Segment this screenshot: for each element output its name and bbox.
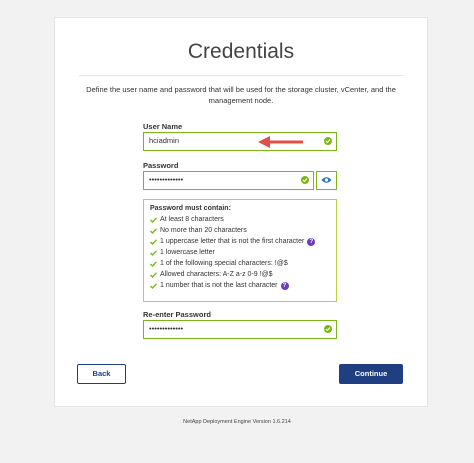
- help-icon[interactable]: ?: [280, 281, 289, 290]
- username-value: hciadmin: [149, 136, 180, 145]
- requirement-item: At least 8 characters: [150, 214, 330, 225]
- password-label: Password: [143, 161, 179, 170]
- password-requirements: Password must contain: At least 8 charac…: [143, 199, 337, 302]
- reenter-password-value: •••••••••••••: [149, 324, 184, 333]
- continue-button[interactable]: Continue: [339, 364, 403, 384]
- checkmark-icon: [150, 227, 157, 234]
- back-button[interactable]: Back: [77, 364, 126, 384]
- eye-icon: [321, 177, 332, 183]
- checkmark-icon: [150, 216, 157, 223]
- requirement-item: 1 lowercase letter: [150, 247, 330, 258]
- requirements-title: Password must contain:: [150, 205, 231, 212]
- check-icon: [324, 137, 332, 145]
- show-password-button[interactable]: [316, 171, 337, 190]
- checkmark-icon: [150, 260, 157, 267]
- username-field[interactable]: hciadmin: [143, 132, 337, 151]
- checkmark-icon: [150, 282, 157, 289]
- username-label: User Name: [143, 122, 183, 131]
- requirement-item: No more than 20 characters: [150, 225, 330, 236]
- check-icon: [301, 176, 309, 184]
- checkmark-icon: [150, 238, 157, 245]
- password-field[interactable]: •••••••••••••: [143, 171, 314, 190]
- checkmark-icon: [150, 249, 157, 256]
- reenter-password-field[interactable]: •••••••••••••: [143, 320, 337, 339]
- help-icon[interactable]: ?: [307, 237, 316, 246]
- requirement-item: Allowed characters: A-Z a-z 0-9 !@$: [150, 269, 330, 280]
- arrow-annotation-icon: [258, 136, 303, 148]
- page-title: Credentials: [187, 40, 295, 63]
- requirement-item: 1 number that is not the last character …: [150, 280, 330, 291]
- password-value: •••••••••••••: [149, 175, 184, 184]
- checkmark-icon: [150, 271, 157, 278]
- requirement-item: 1 uppercase letter that is not the first…: [150, 236, 330, 247]
- version-footer: NetApp Deployment Engine Version 1.6.214: [183, 419, 291, 425]
- requirement-item: 1 of the following special characters: !…: [150, 258, 330, 269]
- description: Define the user name and password that w…: [86, 85, 396, 105]
- credentials-card: Credentials Define the user name and pas…: [54, 17, 428, 407]
- reenter-password-label: Re-enter Password: [143, 310, 211, 319]
- title-divider: [79, 75, 403, 76]
- check-icon: [324, 325, 332, 333]
